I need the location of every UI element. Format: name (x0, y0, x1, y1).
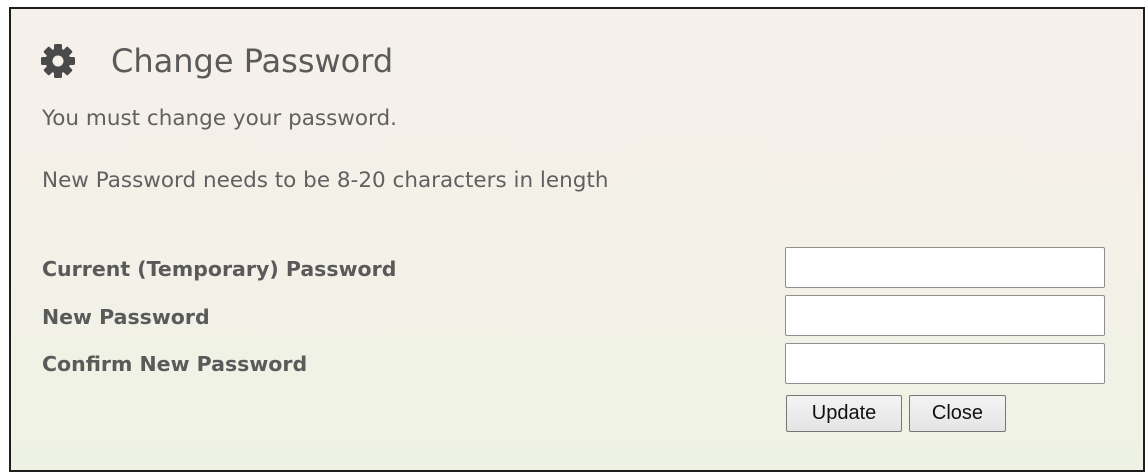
confirm-password-label: Confirm New Password (42, 352, 308, 376)
dialog-header: Change Password (40, 37, 393, 85)
close-button[interactable]: Close (909, 395, 1006, 432)
password-length-requirement: New Password needs to be 8-20 characters… (42, 168, 609, 193)
new-password-field[interactable] (785, 295, 1105, 336)
change-required-message: You must change your password. (42, 106, 397, 131)
current-password-field[interactable] (785, 247, 1105, 288)
current-password-label: Current (Temporary) Password (42, 257, 397, 281)
dialog-title: Change Password (111, 42, 394, 80)
gear-icon (40, 43, 76, 79)
new-password-label: New Password (42, 305, 210, 329)
change-password-dialog: Change Password You must change your pas… (9, 7, 1145, 472)
update-button[interactable]: Update (786, 395, 902, 432)
confirm-password-field[interactable] (785, 343, 1105, 384)
